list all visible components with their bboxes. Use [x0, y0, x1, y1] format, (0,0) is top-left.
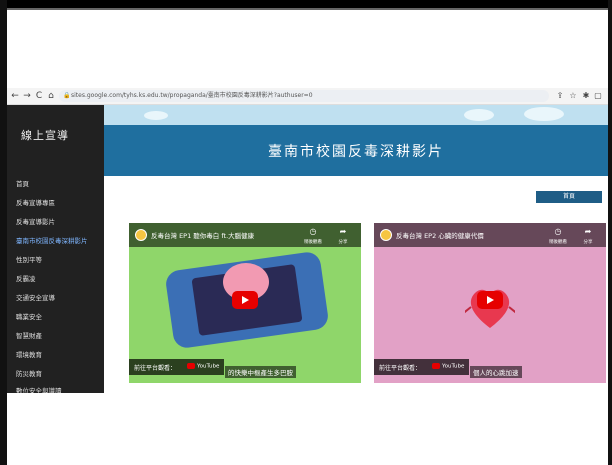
watch-on-label: 前往平台觀看：	[134, 365, 177, 372]
sidebar-item-anti-drug-video[interactable]: 反毒宣導影片	[16, 216, 55, 226]
video-caption: 的快樂中樞產生多巴胺	[225, 366, 296, 378]
sidebar-item-anti-bullying[interactable]: 反霸凌	[16, 273, 36, 283]
clock-icon[interactable]: ◷	[305, 227, 321, 236]
browser-screen: ← → C ⌂ sites.google.com/tyhs.ks.edu.tw/…	[7, 8, 608, 465]
site-title[interactable]: 線上宣導	[21, 127, 69, 143]
share-icon[interactable]: ⇪	[555, 90, 565, 102]
sidebar-item-home[interactable]: 首頁	[16, 178, 29, 188]
video-title[interactable]: 反毒台灣 EP1 聽你毒白 ft.大腦健康	[151, 230, 301, 240]
video-header: 反毒台灣 EP1 聽你毒白 ft.大腦健康 ◷ 稍後觀看 ➦ 分享	[129, 223, 361, 247]
reload-icon[interactable]: C	[33, 90, 45, 102]
sidebar-item-anti-drug[interactable]: 反毒宣導專區	[16, 197, 55, 207]
cloud-shape	[464, 109, 494, 121]
cloud-shape	[524, 107, 564, 121]
sidebar-item-disaster[interactable]: 防災教育	[16, 368, 42, 378]
banner-sky	[104, 105, 608, 125]
home-button[interactable]: 首頁	[536, 191, 602, 203]
page-banner: 臺南市校園反毒深耕影片	[104, 125, 608, 176]
cloud-shape	[144, 111, 168, 120]
video-header: 反毒台灣 EP2 心臟的健康代價 ◷ 稍後觀看 ➦ 分享	[374, 223, 606, 247]
main-content: 臺南市校園反毒深耕影片 首頁 反毒台灣 EP1 聽你毒白 ft.大腦健康 ◷ 稍…	[104, 105, 608, 393]
sidebar-item-environment[interactable]: 環境教育	[16, 349, 42, 359]
back-icon[interactable]: ←	[9, 90, 21, 102]
watch-later-label: 稍後觀看	[549, 240, 567, 245]
video-title[interactable]: 反毒台灣 EP2 心臟的健康代價	[396, 230, 546, 240]
sidebar-item-ip[interactable]: 智慧財產	[16, 330, 42, 340]
extension-icon[interactable]: ✱	[581, 90, 591, 102]
share-label: 分享	[338, 240, 348, 245]
play-button-icon[interactable]	[232, 291, 258, 309]
page-title: 臺南市校園反毒深耕影片	[268, 144, 444, 160]
sidebar-item-tainan-video[interactable]: 臺南市校園反毒深耕影片	[16, 235, 88, 245]
screen-bezel-left	[0, 0, 7, 465]
watch-on-youtube-bar[interactable]: 前往平台觀看： YouTube	[129, 359, 224, 375]
lock-icon: 🔒	[63, 92, 71, 99]
channel-avatar[interactable]	[380, 229, 392, 241]
youtube-logo-icon: YouTube	[187, 363, 219, 370]
sidebar-item-traffic[interactable]: 交通安全宣導	[16, 292, 55, 302]
sidebar-item-gender[interactable]: 性別平等	[16, 254, 42, 264]
home-icon[interactable]: ⌂	[45, 90, 57, 102]
youtube-logo-icon: YouTube	[432, 363, 464, 370]
top-divider	[7, 8, 608, 10]
share-label: 分享	[583, 240, 593, 245]
share-icon[interactable]: ➦	[335, 227, 351, 236]
channel-avatar[interactable]	[135, 229, 147, 241]
sidebar-item-work-safety[interactable]: 職業安全	[16, 311, 42, 321]
blank-top-area	[7, 8, 608, 88]
blank-lower-area	[7, 393, 608, 465]
watch-later-label: 稍後觀看	[304, 240, 322, 245]
url-field[interactable]: sites.google.com/tyhs.ks.edu.tw/propagan…	[59, 90, 549, 102]
screen-bezel-top	[0, 0, 612, 8]
play-button-icon[interactable]	[477, 291, 503, 309]
screen-bezel-right	[608, 0, 612, 465]
watch-on-youtube-bar[interactable]: 前往平台觀看： YouTube	[374, 359, 469, 375]
sidebar-icon[interactable]: ▢	[593, 90, 603, 102]
share-icon[interactable]: ➦	[580, 227, 596, 236]
forward-icon[interactable]: →	[21, 90, 33, 102]
sidebar: 線上宣導 首頁 反毒宣導專區 反毒宣導影片 臺南市校園反毒深耕影片 性別平等 反…	[7, 105, 104, 395]
video-embed-1[interactable]: 反毒台灣 EP1 聽你毒白 ft.大腦健康 ◷ 稍後觀看 ➦ 分享 前往平台觀看…	[129, 223, 361, 383]
video-caption: 個人的心跳加速	[470, 366, 522, 378]
watch-on-label: 前往平台觀看：	[379, 365, 422, 372]
star-icon[interactable]: ☆	[568, 90, 578, 102]
clock-icon[interactable]: ◷	[550, 227, 566, 236]
video-embed-2[interactable]: 反毒台灣 EP2 心臟的健康代價 ◷ 稍後觀看 ➦ 分享 前往平台觀看： You…	[374, 223, 606, 383]
address-bar: ← → C ⌂ sites.google.com/tyhs.ks.edu.tw/…	[7, 88, 608, 105]
